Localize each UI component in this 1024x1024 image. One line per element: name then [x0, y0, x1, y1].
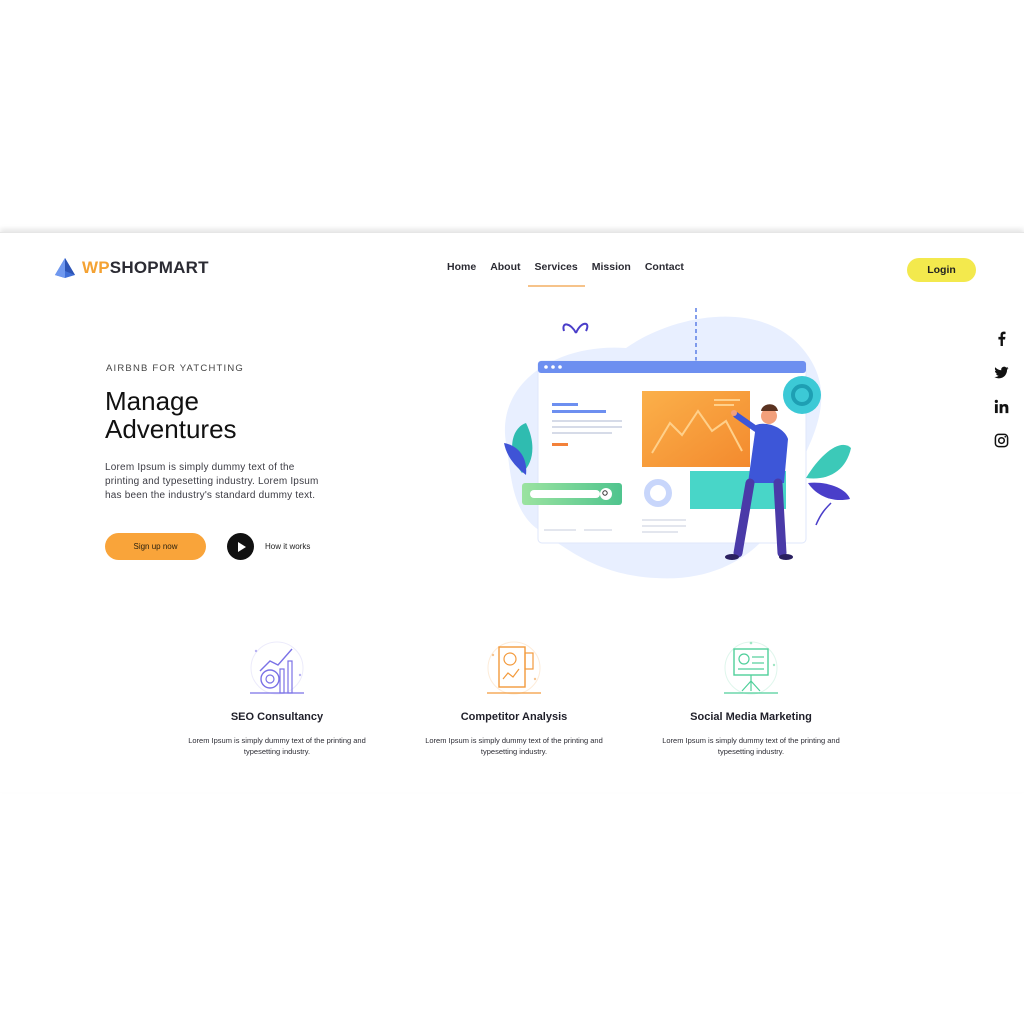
hero-title-line-2: Adventures: [105, 414, 237, 444]
nav-contact[interactable]: Contact: [638, 261, 691, 287]
feature-title: SEO Consultancy: [230, 711, 324, 723]
main-nav: Home About Services Mission Contact: [440, 261, 691, 287]
brand-name-rest: SHOPMART: [109, 258, 209, 277]
hero-title-line-1: Manage: [105, 386, 199, 416]
twitter-icon[interactable]: [990, 365, 1012, 381]
analysis-report-icon: [487, 641, 541, 695]
nav-mission[interactable]: Mission: [585, 261, 638, 287]
play-icon[interactable]: [227, 533, 254, 560]
login-button[interactable]: Login: [907, 258, 976, 282]
feature-social-media-marketing: Social Media Marketing Lorem Ipsum is si…: [661, 635, 841, 757]
nav-services[interactable]: Services: [527, 261, 585, 287]
landing-page: WPSHOPMART Home About Services Mission C…: [0, 232, 1024, 792]
hero-illustration: [504, 308, 851, 579]
how-it-works-link[interactable]: How it works: [265, 542, 310, 551]
nav-home[interactable]: Home: [440, 261, 483, 287]
hero-description: Lorem Ipsum is simply dummy text of the …: [105, 462, 319, 501]
feature-title: Competitor Analysis: [460, 711, 568, 723]
feature-seo-consultancy: SEO Consultancy Lorem Ipsum is simply du…: [187, 635, 367, 757]
pyramid-logo-icon: [55, 258, 75, 278]
seo-chart-icon: [250, 641, 304, 695]
feature-description: Lorem Ipsum is simply dummy text of the …: [425, 736, 603, 756]
presentation-board-icon: [724, 641, 778, 695]
feature-description: Lorem Ipsum is simply dummy text of the …: [662, 736, 840, 756]
hero-title: Manage Adventures: [105, 387, 237, 443]
social-links: [990, 331, 1012, 449]
feature-title: Social Media Marketing: [690, 711, 812, 723]
nav-about[interactable]: About: [483, 261, 527, 287]
instagram-icon[interactable]: [990, 433, 1012, 449]
hero-eyebrow: AIRBNB FOR YATCHTING: [106, 363, 245, 374]
facebook-icon[interactable]: [990, 331, 1012, 347]
feature-competitor-analysis: Competitor Analysis Lorem Ipsum is simpl…: [424, 635, 604, 757]
feature-description: Lorem Ipsum is simply dummy text of the …: [188, 736, 366, 756]
linkedin-icon[interactable]: [990, 399, 1012, 415]
brand-name-wp: WP: [82, 258, 110, 277]
brand-name: WPSHOPMART: [82, 258, 209, 278]
brand-logo[interactable]: WPSHOPMART: [54, 257, 209, 279]
signup-button[interactable]: Sign up now: [105, 533, 206, 560]
blank-top-area: [0, 0, 1024, 232]
